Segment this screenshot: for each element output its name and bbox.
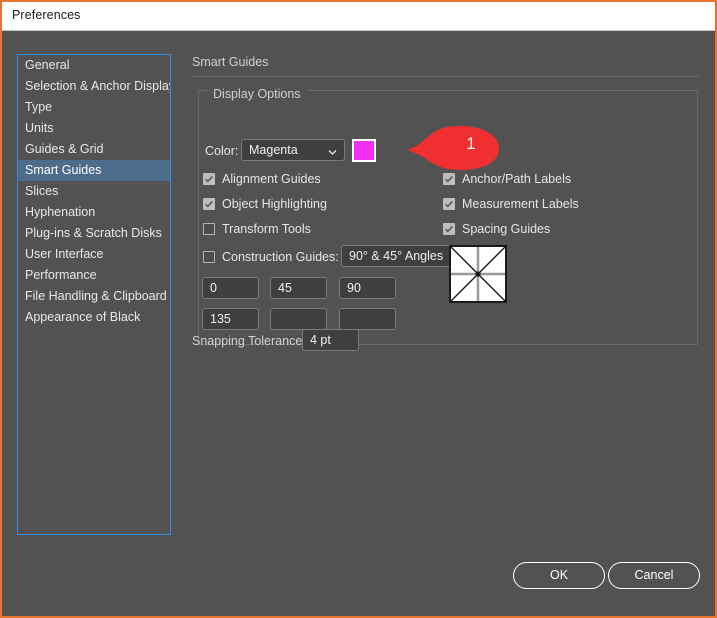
pane-divider — [192, 76, 699, 77]
checkbox-box-checked — [203, 173, 215, 185]
sidebar-item-user-interface[interactable]: User Interface — [18, 244, 170, 265]
chevron-down-icon — [328, 146, 337, 155]
construction-guides-value: 90° & 45° Angles — [349, 249, 444, 263]
checkbox-construction-guides[interactable]: Construction Guides: — [203, 250, 339, 264]
display-options-legend: Display Options — [207, 87, 307, 101]
ok-button[interactable]: OK — [513, 562, 605, 589]
checkbox-label: Spacing Guides — [462, 222, 551, 236]
sidebar-item-file-handling-clipboard[interactable]: File Handling & Clipboard — [18, 286, 170, 307]
window-title: Preferences — [12, 8, 81, 22]
checkbox-transform-tools[interactable]: Transform Tools — [203, 222, 311, 236]
checkbox-label: Alignment Guides — [222, 172, 321, 186]
color-swatch[interactable] — [352, 139, 376, 162]
checkbox-box-checked — [443, 223, 455, 235]
checkbox-box-unchecked — [203, 251, 215, 263]
sidebar-item-general[interactable]: General — [18, 55, 170, 76]
angle-input-3-value: 90 — [347, 281, 361, 295]
construction-guides-label: Construction Guides: — [222, 250, 339, 264]
sidebar-item-selection-anchor-display[interactable]: Selection & Anchor Display — [18, 76, 170, 97]
cancel-button[interactable]: Cancel — [608, 562, 700, 589]
sidebar-item-type[interactable]: Type — [18, 97, 170, 118]
sidebar-item-appearance-of-black[interactable]: Appearance of Black — [18, 307, 170, 328]
callout-number: 1 — [466, 134, 476, 153]
color-select-value: Magenta — [249, 143, 298, 157]
checkbox-label: Measurement Labels — [462, 197, 579, 211]
preferences-dialog: Preferences General Selection & Anchor D… — [0, 0, 717, 618]
checkbox-object-highlighting[interactable]: Object Highlighting — [203, 197, 327, 211]
checkbox-box-checked — [443, 173, 455, 185]
angle-input-5[interactable] — [270, 308, 327, 330]
sidebar-item-smart-guides[interactable]: Smart Guides — [18, 160, 170, 181]
snapping-tolerance-label: Snapping Tolerance: — [192, 334, 306, 348]
dialog-body: General Selection & Anchor Display Type … — [2, 31, 715, 616]
pane-title: Smart Guides — [192, 55, 269, 69]
checkbox-spacing-guides[interactable]: Spacing Guides — [443, 222, 550, 236]
color-select[interactable]: Magenta — [241, 139, 345, 161]
title-bar: Preferences — [2, 2, 715, 31]
sidebar-item-slices[interactable]: Slices — [18, 181, 170, 202]
callout-marker-1: 1 — [407, 124, 505, 172]
snapping-tolerance-input[interactable]: 4 pt — [302, 329, 359, 351]
checkbox-box-unchecked — [203, 223, 215, 235]
checkbox-box-checked — [443, 198, 455, 210]
checkbox-box-checked — [203, 198, 215, 210]
angle-input-6[interactable] — [339, 308, 396, 330]
checkbox-label: Anchor/Path Labels — [462, 172, 572, 186]
sidebar-item-guides-grid[interactable]: Guides & Grid — [18, 139, 170, 160]
sidebar-item-performance[interactable]: Performance — [18, 265, 170, 286]
checkbox-label: Transform Tools — [222, 222, 311, 236]
category-list[interactable]: General Selection & Anchor Display Type … — [17, 54, 171, 535]
angle-input-2-value: 45 — [278, 281, 292, 295]
sidebar-item-units[interactable]: Units — [18, 118, 170, 139]
angle-preview-icon — [449, 245, 507, 303]
sidebar-item-hyphenation[interactable]: Hyphenation — [18, 202, 170, 223]
checkbox-label: Object Highlighting — [222, 197, 327, 211]
checkbox-anchor-path-labels[interactable]: Anchor/Path Labels — [443, 172, 571, 186]
angle-input-2[interactable]: 45 — [270, 277, 327, 299]
checkbox-alignment-guides[interactable]: Alignment Guides — [203, 172, 321, 186]
checkbox-measurement-labels[interactable]: Measurement Labels — [443, 197, 579, 211]
angle-input-4[interactable]: 135 — [202, 308, 259, 330]
sidebar-item-plug-ins-scratch-disks[interactable]: Plug-ins & Scratch Disks — [18, 223, 170, 244]
angle-input-1[interactable]: 0 — [202, 277, 259, 299]
angle-input-4-value: 135 — [210, 312, 231, 326]
color-label: Color: — [205, 144, 239, 158]
angle-input-1-value: 0 — [210, 281, 217, 295]
angle-input-3[interactable]: 90 — [339, 277, 396, 299]
snapping-tolerance-value: 4 pt — [310, 333, 331, 347]
